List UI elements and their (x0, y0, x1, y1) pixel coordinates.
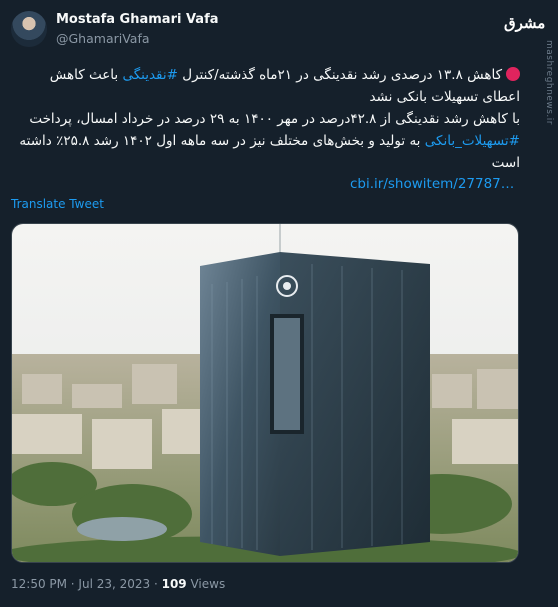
author-handle[interactable]: @GhamariVafa (56, 31, 150, 46)
tweet-image[interactable] (11, 223, 519, 563)
tweet-line2: با کاهش رشد نقدینگی از ۴۲.۸درصد در مهر ۱… (29, 111, 520, 127)
views-label: Views (186, 577, 226, 591)
hashtag-bank-facilities[interactable]: #تسهیلات_بانکی (425, 133, 520, 149)
brand-logo: مشرق (504, 14, 546, 32)
tweet-card: Mostafa Ghamari Vafa @GhamariVafa مشرق m… (0, 0, 558, 607)
tweet-link[interactable]: cbi.ir/showitem/27787… (350, 176, 514, 192)
tweet-text: کاهش ۱۳.۸ درصدی رشد نقدینگی در ۲۱ماه گذش… (10, 64, 520, 174)
author-name[interactable]: Mostafa Ghamari Vafa (56, 12, 219, 27)
views-count: 109 (161, 577, 187, 591)
tweet-line1-a: کاهش ۱۳.۸ درصدی رشد نقدینگی در ۲۱ماه گذش… (177, 67, 502, 83)
red-circle-icon (506, 67, 520, 81)
timestamp[interactable]: 12:50 PM · Jul 23, 2023 · (11, 577, 162, 591)
translate-tweet-link[interactable]: Translate Tweet (11, 197, 104, 211)
watermark: mashreghnews.ir (544, 40, 554, 125)
hashtag-liquidity[interactable]: #نقدینگی (122, 67, 178, 83)
avatar[interactable] (11, 11, 47, 47)
tweet-meta: 12:50 PM · Jul 23, 2023 · 109 Views (11, 577, 225, 591)
central-bank-building-photo (12, 224, 518, 562)
